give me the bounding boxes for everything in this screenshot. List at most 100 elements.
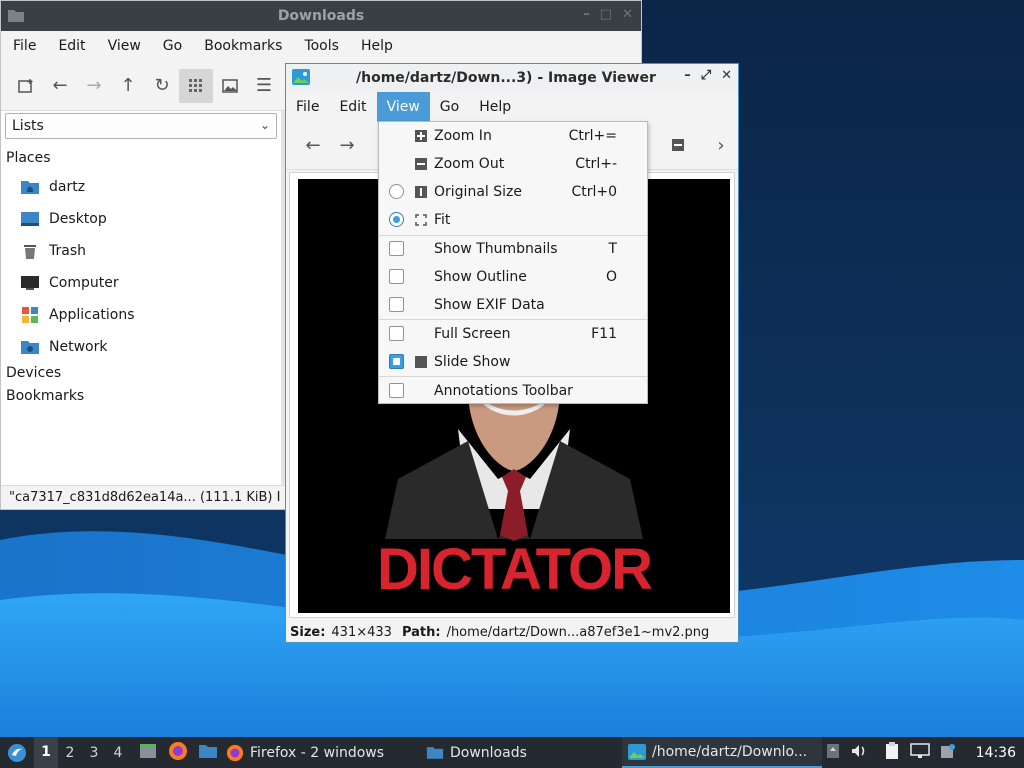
- toolbar-overflow-icon[interactable]: ›: [704, 128, 738, 162]
- menu-go[interactable]: Go: [430, 99, 469, 115]
- zoom-out-icon: [415, 158, 427, 170]
- menu-file[interactable]: File: [286, 99, 329, 115]
- path-value: /home/dartz/Down...a87ef3e1~mv2.png: [446, 624, 710, 640]
- menu-item-full-screen[interactable]: Full Screen F11: [379, 320, 647, 348]
- minimize-icon[interactable]: –: [684, 68, 691, 83]
- menu-item-label: Fit: [434, 212, 451, 228]
- menu-item-show-outline[interactable]: Show Outline O: [379, 263, 647, 291]
- menu-help[interactable]: Help: [469, 99, 521, 115]
- menu-item-label: Show Thumbnails: [434, 241, 558, 257]
- menu-item-zoom-out[interactable]: Zoom Out Ctrl+-: [379, 150, 647, 178]
- forward-icon[interactable]: →: [77, 69, 111, 103]
- show-outline-checkbox[interactable]: [389, 269, 404, 284]
- task-downloads[interactable]: Downloads: [426, 737, 616, 768]
- devices-heading[interactable]: Devices: [6, 365, 61, 381]
- menu-item-label: Slide Show: [434, 354, 511, 370]
- thumbnail-view-icon[interactable]: [213, 69, 247, 103]
- reload-icon[interactable]: ↻: [145, 69, 179, 103]
- desktop-icon: [19, 209, 41, 229]
- taskbar: 1 2 3 4 Firefox - 2 windows Downloads /h…: [0, 737, 1024, 768]
- volume-icon[interactable]: [850, 743, 868, 763]
- full-screen-checkbox[interactable]: [389, 326, 404, 341]
- menu-item-shortcut: F11: [591, 326, 617, 342]
- maximize-icon[interactable]: ⤢: [701, 68, 711, 83]
- place-label: Network: [49, 339, 108, 355]
- menu-item-slide-show[interactable]: Slide Show: [379, 348, 647, 376]
- menu-item-shortcut: T: [608, 241, 617, 257]
- menu-item-show-exif[interactable]: Show EXIF Data: [379, 291, 647, 319]
- notifications-icon[interactable]: [940, 743, 956, 763]
- slide-show-icon: [415, 356, 427, 368]
- place-applications[interactable]: Applications: [19, 302, 135, 328]
- previous-icon[interactable]: ←: [296, 129, 330, 163]
- next-icon[interactable]: →: [330, 129, 364, 163]
- up-icon[interactable]: ↑: [111, 69, 145, 103]
- maximize-icon[interactable]: □: [600, 7, 612, 22]
- workspace-1[interactable]: 1: [34, 737, 58, 768]
- task-label: /home/dartz/Downlo...: [652, 743, 808, 760]
- minimize-icon[interactable]: –: [583, 7, 590, 22]
- files-launcher-icon[interactable]: [138, 742, 158, 764]
- menu-go[interactable]: Go: [152, 38, 193, 54]
- list-view-icon[interactable]: ☰: [247, 69, 281, 103]
- computer-icon: [19, 273, 41, 293]
- menu-edit[interactable]: Edit: [47, 38, 96, 54]
- clipboard-icon[interactable]: [884, 741, 900, 764]
- zoom-out-toolbar-icon[interactable]: [661, 128, 695, 162]
- new-tab-icon[interactable]: [9, 69, 43, 103]
- close-icon[interactable]: ✕: [622, 7, 633, 22]
- show-thumbnails-checkbox[interactable]: [389, 241, 404, 256]
- workspace-3[interactable]: 3: [82, 745, 106, 761]
- task-image-viewer[interactable]: /home/dartz/Downlo...: [622, 737, 822, 768]
- annotations-toolbar-checkbox[interactable]: [389, 383, 404, 398]
- image-viewer-titlebar[interactable]: /home/dartz/Down...3) - Image Viewer – ⤢…: [286, 64, 738, 92]
- place-desktop[interactable]: Desktop: [19, 206, 107, 232]
- place-label: dartz: [49, 179, 86, 195]
- folder-launcher-icon[interactable]: [198, 743, 218, 763]
- original-size-radio[interactable]: [389, 184, 404, 199]
- places-heading: Places: [6, 150, 51, 166]
- image-viewer-app-icon: [292, 69, 310, 85]
- place-trash[interactable]: Trash: [19, 238, 86, 264]
- menu-edit[interactable]: Edit: [329, 99, 376, 115]
- icon-view-icon[interactable]: [179, 68, 213, 103]
- menu-view[interactable]: View: [376, 92, 430, 122]
- menu-item-fit[interactable]: Fit: [379, 206, 647, 234]
- folder-icon: [426, 747, 444, 759]
- menu-help[interactable]: Help: [350, 38, 404, 54]
- menu-item-annotations-toolbar[interactable]: Annotations Toolbar: [379, 377, 647, 405]
- place-network[interactable]: Network: [19, 334, 107, 360]
- fit-radio[interactable]: [389, 212, 404, 227]
- menu-tools[interactable]: Tools: [293, 38, 350, 54]
- menu-bar: File Edit View Go Bookmarks Tools Help: [1, 31, 641, 61]
- updates-icon[interactable]: [826, 743, 840, 763]
- window-title: /home/dartz/Down...3) - Image Viewer: [356, 70, 656, 86]
- slide-show-checkbox[interactable]: [389, 354, 404, 369]
- bookmarks-heading[interactable]: Bookmarks: [6, 388, 84, 404]
- network-tray-icon[interactable]: [909, 742, 930, 763]
- menu-file[interactable]: File: [1, 38, 47, 54]
- clock[interactable]: 14:36: [976, 745, 1016, 761]
- show-exif-checkbox[interactable]: [389, 297, 404, 312]
- menu-item-original-size[interactable]: Original Size Ctrl+0: [379, 178, 647, 206]
- back-icon[interactable]: ←: [43, 69, 77, 103]
- menu-item-label: Show EXIF Data: [434, 297, 545, 313]
- place-computer[interactable]: Computer: [19, 270, 119, 296]
- menu-item-show-thumbnails[interactable]: Show Thumbnails T: [379, 235, 647, 263]
- workspace-2[interactable]: 2: [58, 745, 82, 761]
- task-firefox[interactable]: Firefox - 2 windows: [226, 737, 416, 768]
- side-pane-mode-select[interactable]: Lists ⌄: [5, 113, 277, 139]
- menu-item-label: Annotations Toolbar: [434, 383, 573, 399]
- menu-bookmarks[interactable]: Bookmarks: [193, 38, 293, 54]
- menu-item-zoom-in[interactable]: Zoom In Ctrl+=: [379, 122, 647, 150]
- menu-item-label: Zoom Out: [434, 156, 505, 172]
- place-dartz[interactable]: dartz: [19, 174, 85, 200]
- zoom-in-icon: [415, 130, 427, 142]
- file-manager-titlebar[interactable]: Downloads – □ ✕: [1, 1, 641, 31]
- start-menu-icon[interactable]: [0, 743, 34, 763]
- firefox-launcher-icon[interactable]: [168, 741, 188, 765]
- size-value: 431×433: [331, 624, 392, 640]
- workspace-4[interactable]: 4: [106, 745, 130, 761]
- menu-view[interactable]: View: [97, 38, 152, 54]
- close-icon[interactable]: ✕: [721, 68, 732, 83]
